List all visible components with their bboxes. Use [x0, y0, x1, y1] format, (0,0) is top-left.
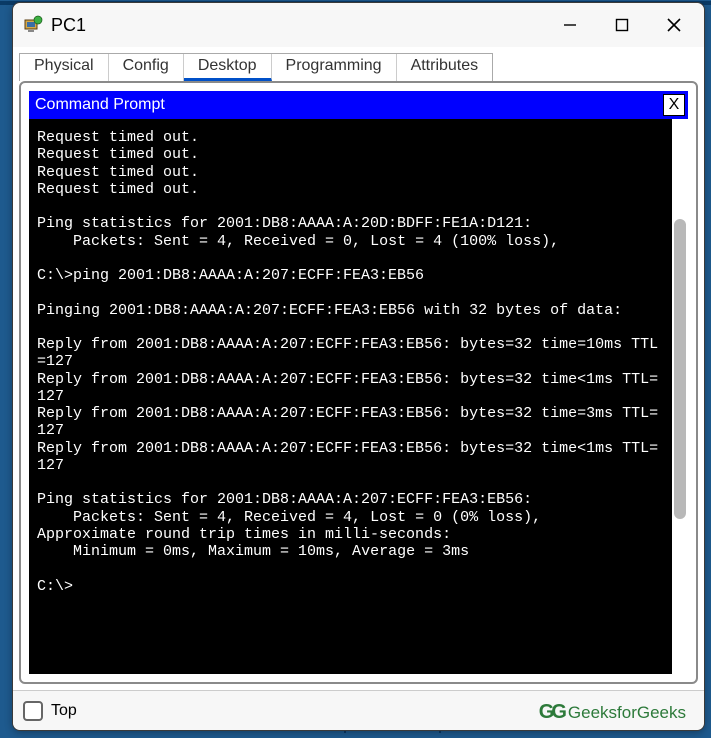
titlebar[interactable]: PC1 — [13, 3, 704, 47]
desktop-panel: Command Prompt X Request timed out. Requ… — [19, 81, 698, 684]
watermark-text: GeeksforGeeks — [568, 703, 686, 723]
bottom-bar: Top GG GeeksforGeeks — [13, 690, 704, 730]
tab-attributes[interactable]: Attributes — [397, 54, 493, 81]
top-label: Top — [51, 702, 77, 720]
command-prompt-titlebar[interactable]: Command Prompt X — [29, 91, 688, 119]
app-window: PC1 Physical Config Desktop Programming … — [12, 2, 705, 731]
device-icon — [23, 15, 43, 35]
tab-physical[interactable]: Physical — [20, 54, 109, 81]
minimize-button[interactable] — [544, 5, 596, 45]
tab-desktop[interactable]: Desktop — [184, 54, 272, 81]
scroll-thumb[interactable] — [674, 219, 686, 519]
terminal-output[interactable]: Request timed out. Request timed out. Re… — [29, 119, 672, 674]
command-prompt-title: Command Prompt — [35, 96, 165, 114]
gfg-logo-icon: GG — [539, 701, 564, 724]
close-button[interactable] — [648, 5, 700, 45]
command-prompt-close-button[interactable]: X — [663, 94, 685, 116]
maximize-button[interactable] — [596, 5, 648, 45]
terminal-scrollbar[interactable] — [672, 119, 688, 674]
terminal-wrap: Request timed out. Request timed out. Re… — [29, 119, 688, 674]
window-title: PC1 — [51, 15, 86, 36]
tab-config[interactable]: Config — [109, 54, 184, 81]
top-checkbox[interactable] — [23, 701, 43, 721]
watermark: GG GeeksforGeeks — [539, 701, 686, 724]
tab-bar-wrap: Physical Config Desktop Programming Attr… — [13, 47, 704, 81]
tab-bar: Physical Config Desktop Programming Attr… — [19, 53, 493, 81]
tab-programming[interactable]: Programming — [272, 54, 397, 81]
